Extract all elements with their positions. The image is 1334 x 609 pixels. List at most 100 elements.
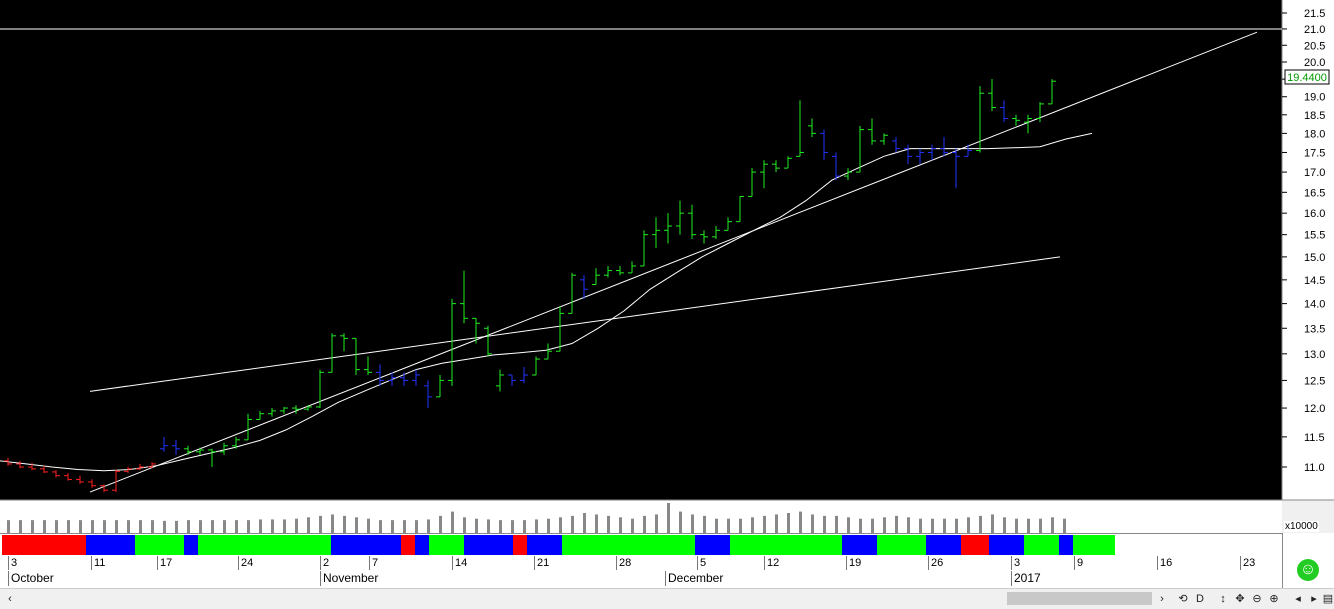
- prev-icon[interactable]: ◂: [1291, 591, 1305, 607]
- volume-bar: [583, 513, 586, 533]
- indicator-segment: [1059, 535, 1073, 555]
- volume-bar: [739, 518, 742, 533]
- indicator-color-strip: [0, 533, 1282, 557]
- volume-bar: [1003, 517, 1006, 533]
- volume-bar: [823, 515, 826, 533]
- next-icon[interactable]: ▸: [1307, 591, 1321, 607]
- indicator-segment: [926, 535, 961, 555]
- date-month-tick: October: [8, 571, 54, 586]
- volume-bar: [307, 517, 310, 533]
- volume-bar: [943, 518, 946, 533]
- indicator-segment: [198, 535, 331, 555]
- volume-bar: [811, 514, 814, 533]
- volume-bar: [295, 518, 298, 533]
- volume-bar: [355, 517, 358, 533]
- zoom-out-icon[interactable]: ⊖: [1250, 591, 1264, 607]
- volume-bar: [643, 515, 646, 533]
- horizontal-scrollbar[interactable]: ‹ › ⟲ D ↕ ✥ ⊖ ⊕ ◂ ▸ ▤: [0, 588, 1334, 609]
- last-price-marker: 19.4400: [1284, 69, 1330, 85]
- scroll-left-icon[interactable]: ‹: [3, 591, 17, 607]
- volume-bar: [655, 514, 658, 533]
- volume-bar: [343, 515, 346, 533]
- indicator-segment: [1073, 535, 1115, 555]
- indicator-segment: [562, 535, 695, 555]
- y-tick-label: 14.5: [1304, 275, 1325, 287]
- indicator-segment: [961, 535, 989, 555]
- volume-bar: [691, 514, 694, 533]
- indicator-segment: [184, 535, 198, 555]
- y-tick-label: 21.0: [1304, 24, 1325, 36]
- vertical-resize-icon[interactable]: ↕: [1216, 591, 1230, 607]
- volume-bar: [367, 518, 370, 533]
- volume-bar: [1039, 518, 1042, 533]
- volume-bar: [463, 517, 466, 533]
- move-icon[interactable]: ✥: [1233, 591, 1247, 607]
- volume-bar: [115, 520, 118, 533]
- date-month-tick: December: [665, 571, 723, 586]
- volume-bar: [919, 518, 922, 533]
- smiley-icon[interactable]: ☺: [1297, 559, 1319, 581]
- volume-bar: [631, 518, 634, 533]
- y-tick-label: 15.0: [1304, 252, 1325, 264]
- volume-bar: [895, 515, 898, 533]
- volume-bar: [43, 520, 46, 533]
- scroll-right-icon[interactable]: ›: [1155, 591, 1169, 607]
- date-month-tick: November: [320, 571, 378, 586]
- volume-bar: [379, 520, 382, 533]
- indicator-segment: [401, 535, 415, 555]
- volume-bar: [787, 513, 790, 533]
- y-tick-label: 21.5: [1304, 8, 1325, 20]
- volume-bar: [331, 514, 334, 533]
- indicator-segment: [415, 535, 429, 555]
- volume-bar: [415, 520, 418, 533]
- y-tick-label: 18.5: [1304, 110, 1325, 122]
- volume-bar: [139, 520, 142, 533]
- indicator-segment: [1024, 535, 1059, 555]
- volume-bar: [835, 515, 838, 533]
- volume-bar: [859, 518, 862, 533]
- volume-bar: [55, 520, 58, 533]
- volume-bar: [391, 520, 394, 533]
- date-day-tick: 16: [1157, 556, 1172, 570]
- volume-bar: [619, 517, 622, 533]
- y-tick-label: 12.0: [1304, 403, 1325, 415]
- y-tick-label: 19.0: [1304, 92, 1325, 104]
- date-day-tick: 28: [616, 556, 631, 570]
- d-icon[interactable]: D: [1193, 591, 1207, 607]
- price-chart[interactable]: 21.521.020.520.019.519.018.518.017.517.0…: [0, 0, 1334, 501]
- volume-bar: [247, 520, 250, 533]
- refresh-icon[interactable]: ⟲: [1176, 591, 1190, 607]
- volume-bar: [451, 511, 454, 533]
- y-tick-label: 15.5: [1304, 230, 1325, 242]
- volume-bar: [1027, 518, 1030, 533]
- volume-bar: [1063, 518, 1066, 533]
- indicator-segment: [464, 535, 513, 555]
- indicator-segment: [527, 535, 562, 555]
- indicator-segment: [135, 535, 184, 555]
- volume-bar: [319, 515, 322, 533]
- y-tick-label: 12.5: [1304, 375, 1325, 387]
- indicator-segment: [429, 535, 464, 555]
- date-day-tick: 21: [534, 556, 549, 570]
- volume-bar: [79, 520, 82, 533]
- zoom-in-icon[interactable]: ⊕: [1267, 591, 1281, 607]
- y-tick-label: 11.5: [1304, 432, 1325, 444]
- last-price-label: 19.4400: [1287, 72, 1327, 84]
- volume-scale-label: x10000: [1284, 521, 1319, 532]
- volume-bar: [847, 517, 850, 533]
- volume-bar: [7, 520, 10, 533]
- volume-bar: [715, 518, 718, 533]
- indicator-segment: [86, 535, 135, 555]
- volume-bar: [535, 519, 538, 533]
- volume-bar: [127, 520, 130, 533]
- volume-bar: [571, 515, 574, 533]
- scroll-thumb[interactable]: [1007, 592, 1152, 605]
- date-day-tick: 3: [8, 556, 17, 570]
- panel-icon[interactable]: ▤: [1321, 591, 1334, 607]
- volume-bar: [19, 520, 22, 533]
- y-tick-label: 13.0: [1304, 349, 1325, 361]
- volume-chart: [0, 501, 1282, 533]
- volume-bar: [871, 518, 874, 533]
- y-tick-label: 16.5: [1304, 187, 1325, 199]
- volume-bar: [883, 517, 886, 533]
